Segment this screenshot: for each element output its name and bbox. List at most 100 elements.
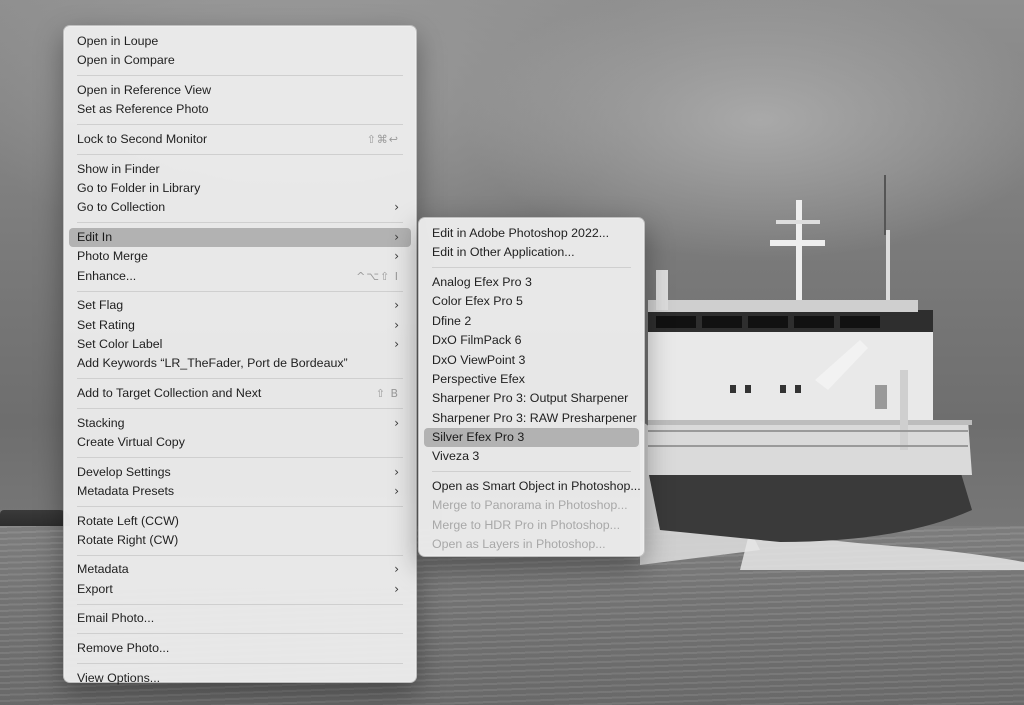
menu-item-color-efex-pro-5[interactable]: Color Efex Pro 5 [424, 292, 639, 311]
menu-item-metadata[interactable]: Metadata › [69, 560, 411, 579]
menu-item-label: Add Keywords “LR_TheFader, Port de Borde… [77, 356, 348, 371]
menu-separator [77, 378, 403, 380]
menu-item-silver-efex-pro-3[interactable]: Silver Efex Pro 3 [424, 428, 639, 448]
menu-item-enhance[interactable]: Enhance... ^⌥⇧ I [69, 267, 411, 286]
menu-item-label: Set Rating [77, 317, 135, 332]
menu-item-export[interactable]: Export › [69, 580, 411, 599]
menu-item-open-as-layers-in-photoshop: Open as Layers in Photoshop... [424, 535, 639, 554]
menu-item-label: DxO ViewPoint 3 [432, 352, 526, 367]
menu-item-label: Open in Reference View [77, 82, 212, 97]
menu-item-label: Set as Reference Photo [77, 102, 209, 117]
chevron-right-icon: › [394, 200, 399, 215]
menu-item-set-rating[interactable]: Set Rating › [69, 316, 411, 335]
menu-item-label: Go to Folder in Library [77, 180, 201, 195]
menu-item-sharpener-pro-3-raw-presharpener[interactable]: Sharpener Pro 3: RAW Presharpener [424, 409, 639, 428]
menu-item-label: Dfine 2 [432, 313, 472, 328]
menu-item-photo-merge[interactable]: Photo Merge › [69, 247, 411, 266]
menu-item-label: Edit in Other Application... [432, 245, 575, 260]
menu-item-metadata-presets[interactable]: Metadata Presets › [69, 482, 411, 501]
menu-item-edit-in-adobe-photoshop-2022[interactable]: Edit in Adobe Photoshop 2022... [424, 224, 639, 243]
menu-item-label: Sharpener Pro 3: RAW Presharpener [432, 410, 637, 425]
menu-item-go-to-collection[interactable]: Go to Collection › [69, 198, 411, 217]
context-menu: Open in Loupe Open in Compare Open in Refe… [63, 25, 417, 685]
menu-item-create-virtual-copy[interactable]: Create Virtual Copy [69, 433, 411, 452]
menu-item-label: Email Photo... [77, 611, 155, 626]
menu-separator [77, 554, 403, 556]
menu-item-rotate-left-ccw[interactable]: Rotate Left (CCW) [69, 512, 411, 531]
menu-item-add-to-target-collection-and-next[interactable]: Add to Target Collection and Next ⇧ B [69, 384, 411, 403]
treeline [0, 510, 70, 526]
menu-item-label: Open in Compare [77, 53, 175, 68]
menu-separator [77, 75, 403, 77]
menu-item-label: Metadata Presets [77, 483, 175, 498]
menu-item-open-in-loupe[interactable]: Open in Loupe [69, 32, 411, 51]
menu-item-label: Create Virtual Copy [77, 434, 185, 449]
menu-separator [77, 456, 403, 458]
menu-separator [77, 222, 403, 224]
menu-item-label: Go to Collection [77, 200, 166, 215]
menu-item-go-to-folder-in-library[interactable]: Go to Folder in Library [69, 179, 411, 198]
menu-item-label: Add to Target Collection and Next [77, 385, 262, 400]
menu-item-dxo-filmpack-6[interactable]: DxO FilmPack 6 [424, 331, 639, 350]
menu-separator [77, 407, 403, 409]
menu-separator [77, 290, 403, 292]
menu-item-label: Open as Layers in Photoshop... [432, 537, 606, 552]
chevron-right-icon: › [394, 317, 399, 332]
menu-item-label: View Options... [77, 670, 161, 685]
menu-item-perspective-efex[interactable]: Perspective Efex [424, 370, 639, 389]
menu-item-dfine-2[interactable]: Dfine 2 [424, 312, 639, 331]
menu-separator [77, 603, 403, 605]
menu-item-view-options[interactable]: View Options... [69, 669, 411, 688]
menu-item-label: Enhance... [77, 268, 137, 283]
menu-item-email-photo[interactable]: Email Photo... [69, 609, 411, 628]
menu-item-label: Metadata [77, 562, 129, 577]
menu-item-lock-to-second-monitor[interactable]: Lock to Second Monitor ⇧⌘↩ [69, 130, 411, 149]
menu-item-label: Perspective Efex [432, 371, 525, 386]
menu-item-sharpener-pro-3-output-sharpener[interactable]: Sharpener Pro 3: Output Sharpener [424, 389, 639, 408]
edit-in-submenu: Edit in Adobe Photoshop 2022... Edit in O… [418, 217, 645, 557]
menu-item-set-flag[interactable]: Set Flag › [69, 296, 411, 315]
menu-item-set-as-reference-photo[interactable]: Set as Reference Photo [69, 100, 411, 119]
ship-image [640, 175, 1024, 570]
menu-item-open-in-reference-view[interactable]: Open in Reference View [69, 81, 411, 100]
menu-item-remove-photo[interactable]: Remove Photo... [69, 639, 411, 658]
menu-item-edit-in-other-application[interactable]: Edit in Other Application... [424, 243, 639, 262]
menu-item-label: Open in Loupe [77, 34, 159, 48]
menu-item-label: Open as Smart Object in Photoshop... [432, 479, 641, 494]
menu-item-edit-in[interactable]: Edit In › [69, 227, 411, 248]
chevron-right-icon: › [394, 562, 399, 577]
menu-separator [77, 505, 403, 507]
menu-item-add-keywords-lr_thefader-port-de-bordeaux[interactable]: Add Keywords “LR_TheFader, Port de Borde… [69, 354, 411, 373]
menu-item-viveza-3[interactable]: Viveza 3 [424, 447, 639, 466]
menu-separator [77, 663, 403, 664]
menu-item-label: Rotate Left (CCW) [77, 513, 179, 528]
menu-item-set-color-label[interactable]: Set Color Label › [69, 335, 411, 354]
menu-item-label: Sharpener Pro 3: Output Sharpener [432, 391, 629, 406]
chevron-right-icon: › [394, 581, 399, 596]
menu-item-label: Merge to HDR Pro in Photoshop... [432, 517, 621, 532]
menu-separator [432, 471, 631, 473]
menu-item-show-in-finder[interactable]: Show in Finder [69, 160, 411, 179]
menu-item-label: Remove Photo... [77, 641, 170, 656]
chevron-right-icon: › [394, 249, 399, 264]
menu-item-label: Silver Efex Pro 3 [432, 430, 525, 445]
chevron-right-icon: › [394, 464, 399, 479]
menu-item-label: DxO FilmPack 6 [432, 333, 522, 348]
menu-item-develop-settings[interactable]: Develop Settings › [69, 463, 411, 482]
menu-item-label: Stacking [77, 415, 125, 430]
menu-item-merge-to-panorama-in-photoshop: Merge to Panorama in Photoshop... [424, 496, 639, 515]
menu-item-analog-efex-pro-3[interactable]: Analog Efex Pro 3 [424, 273, 639, 292]
menu-item-open-in-compare[interactable]: Open in Compare [69, 51, 411, 70]
menu-item-rotate-right-cw[interactable]: Rotate Right (CW) [69, 531, 411, 550]
chevron-right-icon: › [394, 415, 399, 430]
keyboard-shortcut: ^⌥⇧ I [356, 269, 399, 283]
menu-item-label: Lock to Second Monitor [77, 131, 208, 146]
menu-separator [77, 124, 403, 126]
menu-item-label: Edit in Adobe Photoshop 2022... [432, 226, 610, 240]
menu-item-dxo-viewpoint-3[interactable]: DxO ViewPoint 3 [424, 351, 639, 370]
menu-item-label: Set Color Label [77, 337, 163, 352]
menu-item-label: Analog Efex Pro 3 [432, 274, 532, 289]
menu-item-stacking[interactable]: Stacking › [69, 414, 411, 433]
menu-item-label: Show in Finder [77, 161, 160, 176]
menu-item-open-as-smart-object-in-photoshop[interactable]: Open as Smart Object in Photoshop... [424, 477, 641, 496]
